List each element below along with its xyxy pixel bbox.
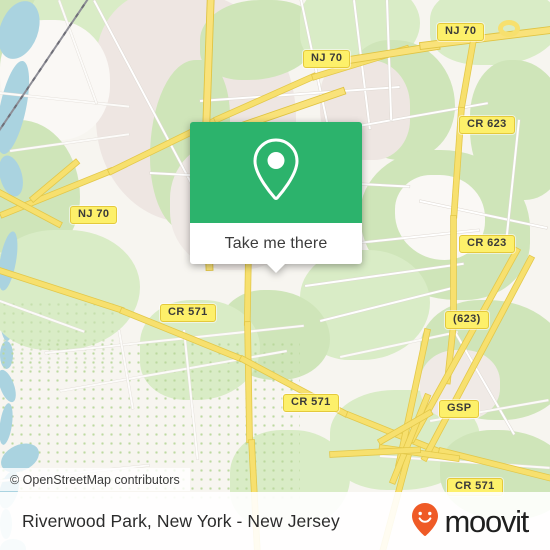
popup-pointer-tail	[266, 263, 286, 273]
destination-popup[interactable]: Take me there	[190, 122, 362, 273]
road-shield: NJ 70	[70, 206, 118, 224]
map-pin-icon	[248, 136, 304, 209]
road-shield: CR 623	[459, 116, 515, 134]
road-shield: CR 571	[283, 394, 339, 412]
bottom-bar: Riverwood Park, New York - New Jersey mo…	[0, 492, 550, 550]
place-title: Riverwood Park, New York - New Jersey	[22, 510, 340, 531]
attribution-text: © OpenStreetMap contributors	[10, 472, 180, 487]
roundabout	[498, 20, 520, 37]
landcover-scrub-texture	[0, 300, 120, 370]
popup-action-bar[interactable]: Take me there	[190, 223, 362, 273]
road-shield: GSP	[439, 400, 480, 418]
road-shield: NJ 70	[437, 23, 485, 41]
osm-attribution[interactable]: © OpenStreetMap contributors	[0, 468, 190, 491]
road-cr-623	[451, 216, 456, 326]
take-me-there-label: Take me there	[224, 234, 328, 252]
moovit-wordmark: moovit	[444, 503, 529, 539]
map-screenshot: NJ 70 NJ 70 NJ 70 CR 623 CR 623 (623) GS…	[0, 0, 550, 550]
road-shield: CR 623	[459, 235, 515, 253]
popup-header	[190, 122, 362, 223]
moovit-logo[interactable]: moovit	[410, 502, 529, 541]
moovit-smiley-pin-icon	[410, 502, 440, 541]
road-shield: NJ 70	[303, 50, 351, 68]
road-shield: CR 571	[160, 304, 216, 322]
road-shield: (623)	[445, 311, 489, 329]
